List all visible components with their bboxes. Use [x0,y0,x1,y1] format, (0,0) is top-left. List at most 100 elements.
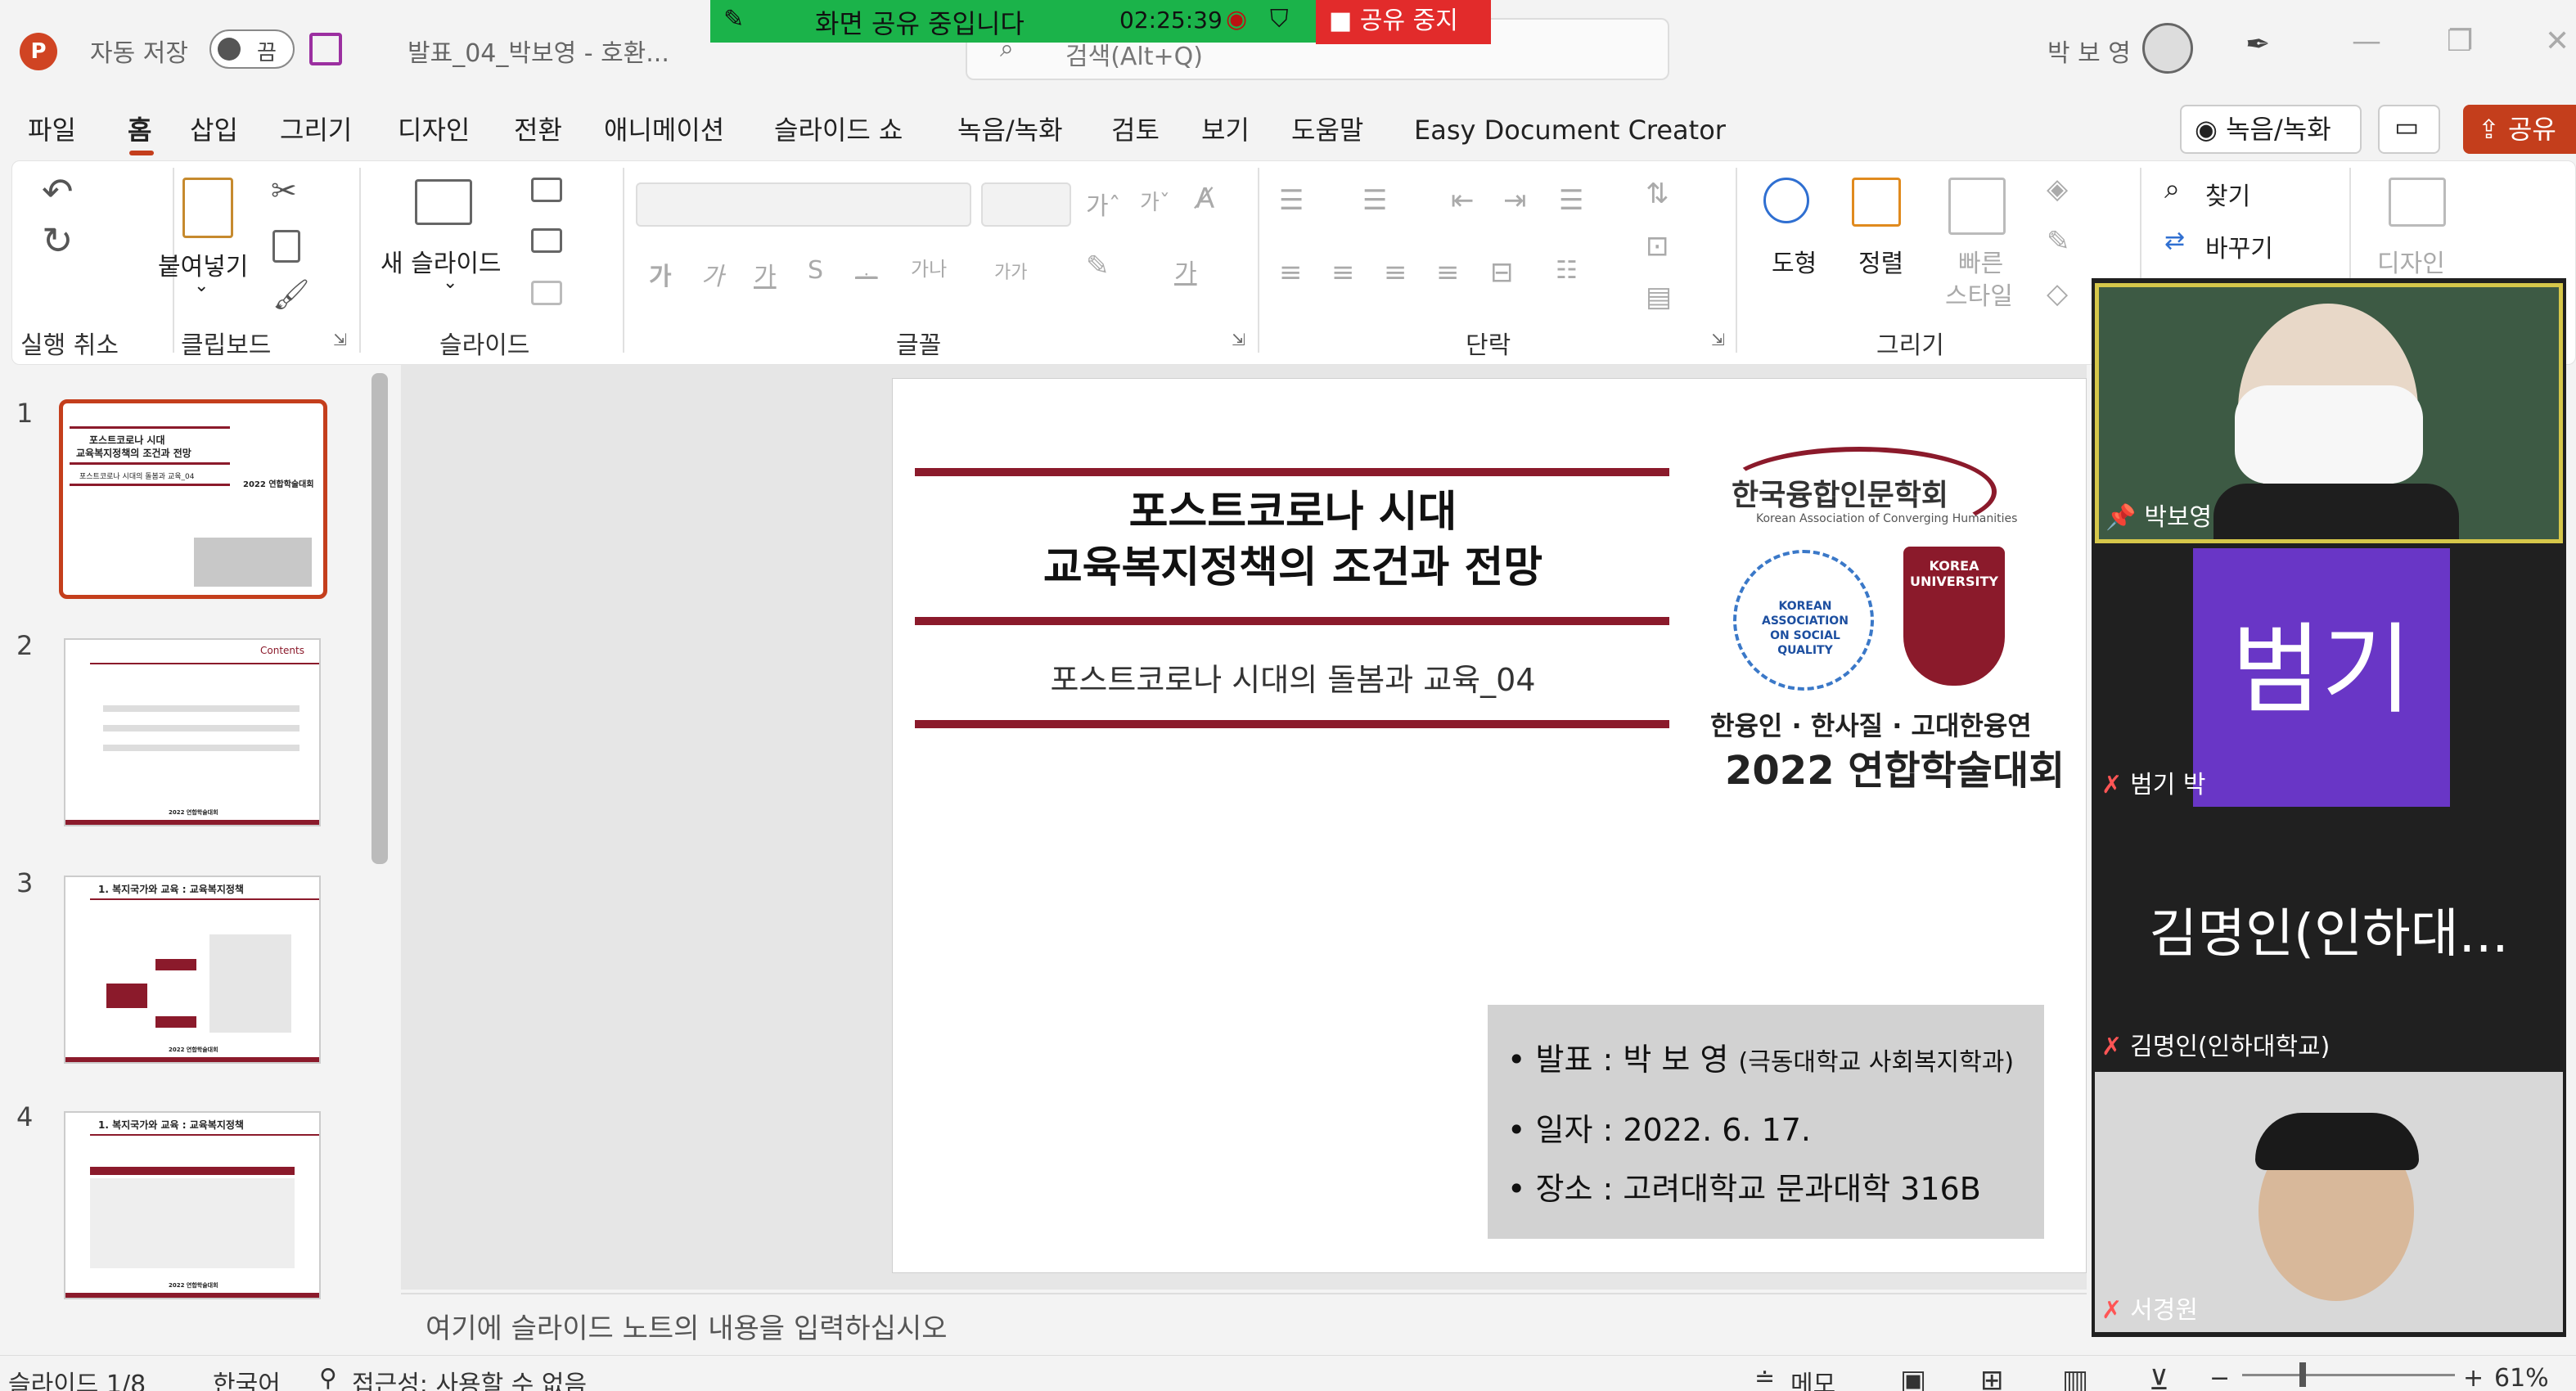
tab-review[interactable]: 검토 [1111,103,1160,157]
share-button[interactable]: ⇪ 공유 [2463,105,2576,154]
align-text-icon[interactable]: ⊡ [1646,230,1669,263]
layout-icon[interactable] [531,178,562,202]
minimize-icon[interactable]: — [2352,25,2381,58]
underline-icon[interactable]: 가 [754,256,777,292]
close-icon[interactable]: ✕ [2545,25,2569,58]
section-icon[interactable] [531,281,562,305]
reset-icon[interactable] [531,228,562,253]
tab-design[interactable]: 디자인 [398,103,470,157]
slide-sorter-icon[interactable]: ⊞ [1980,1364,2004,1391]
zoom-out-icon[interactable]: − [2209,1364,2230,1391]
user-avatar[interactable] [2142,23,2193,74]
slide-thumbnail-2[interactable]: Contents 2022 연합학술대회 [64,638,321,826]
thumbnail-scrollbar[interactable] [372,373,388,864]
stop-share-button[interactable]: ■ 공유 중지 [1316,0,1491,44]
strikethrough-icon[interactable]: ᆠ [855,256,878,292]
char-spacing-icon[interactable]: 가나 [911,253,947,281]
arrange-icon[interactable] [1852,178,1901,227]
dialog-launcher-icon[interactable]: ⇲ [1711,330,1725,349]
presentation-info-box[interactable]: • 발표 : 박 보 영 (극동대학교 사회복지학과) • 일자 : 2022.… [1488,1005,2044,1239]
zoom-level[interactable]: 61% [2494,1364,2549,1391]
slide-title[interactable]: 포스트코로나 시대 교육복지정책의 조건과 전망 [925,484,1661,596]
cut-icon[interactable]: ✂ [271,173,297,209]
slide-thumbnail-1[interactable]: 포스트코로나 시대 교육복지정책의 조건과 전망 포스트코로나 시대의 돌봄과 … [59,399,327,599]
participant-tile-2[interactable]: 범기 ✗ 범기 박 [2095,548,2563,807]
tab-view[interactable]: 보기 [1201,103,1250,157]
shape-fill-icon[interactable]: ◈ [2047,173,2068,205]
autosave-toggle[interactable]: 끔 [209,29,295,69]
find-icon[interactable]: ⌕ [2164,173,2180,205]
save-icon[interactable] [309,33,342,65]
chevron-down-icon[interactable]: ⌄ [194,276,209,296]
clear-format-icon[interactable]: A̸ [1196,182,1214,215]
tab-animations[interactable]: 애니메이션 [604,103,724,157]
tab-help[interactable]: 도움말 [1291,103,1363,157]
paste-icon[interactable] [182,178,233,238]
chevron-down-icon[interactable]: ⌄ [443,272,457,293]
reading-view-icon[interactable]: ▥ [2062,1364,2088,1391]
change-case-icon[interactable]: 가가 [994,258,1027,284]
increase-indent-icon[interactable]: ⇥ [1503,184,1527,217]
justify-icon[interactable]: ≡ [1436,256,1460,289]
dialog-launcher-icon[interactable]: ⇲ [1232,330,1245,349]
dialog-launcher-icon[interactable]: ⇲ [333,330,347,349]
slide-thumbnail-4[interactable]: 1. 복지국가와 교육 : 교육복지정책 2022 연합학술대회 [64,1111,321,1299]
align-right-icon[interactable]: ≡ [1384,256,1407,289]
shape-effects-icon[interactable]: ◇ [2047,277,2068,310]
zoom-slider-thumb[interactable] [2299,1362,2306,1387]
quick-styles-icon[interactable] [1948,178,2006,235]
copy-icon[interactable] [272,230,300,263]
participant-tile-3[interactable]: 김명인(인하대... ✗ 김명인(인하대학교) [2095,810,2563,1069]
bullets-icon[interactable]: ☰ [1279,184,1304,217]
font-size-dropdown[interactable] [981,182,1071,227]
designer-label[interactable]: 디자인 [2377,243,2445,279]
tab-slideshow[interactable]: 슬라이드 쇼 [774,103,903,157]
font-color-icon[interactable]: 가 [1174,253,1197,289]
align-center-icon[interactable]: ≡ [1331,256,1355,289]
tab-recording[interactable]: 녹음/녹화 [957,103,1063,157]
arrange-label[interactable]: 정렬 [1858,243,1903,279]
slideshow-icon[interactable]: ⊻ [2149,1364,2169,1391]
record-button[interactable]: ◉ 녹음/녹화 [2180,105,2362,154]
redo-icon[interactable]: ↻ [42,218,74,263]
smartart-icon[interactable]: ▤ [1646,281,1672,313]
new-slide-label[interactable]: 새 슬라이드 [381,243,502,279]
replace-label[interactable]: 바꾸기 [2205,228,2273,264]
format-painter-icon[interactable]: 🖌 [272,277,310,312]
italic-icon[interactable]: 가 [701,256,724,292]
notes-button[interactable]: 메모 [1790,1364,1835,1391]
participant-tile-4[interactable]: ✗ 서경원 [2095,1072,2563,1332]
file-title[interactable]: 발표_04_박보영 - 호환... [408,33,669,69]
find-label[interactable]: 찾기 [2205,176,2250,212]
tab-easy-document-creator[interactable]: Easy Document Creator [1414,103,1726,157]
zoom-slider[interactable] [2242,1374,2455,1376]
pen-icon[interactable]: ✒ [2245,28,2270,61]
align-left-icon[interactable]: ≡ [1279,256,1303,289]
line-spacing-icon[interactable]: ☰ [1559,184,1583,217]
replace-icon[interactable]: ⇄ [2164,227,2185,255]
shape-outline-icon[interactable]: ✎ [2047,225,2070,258]
quick-styles-label-2[interactable]: 스타일 [1945,276,2013,312]
designer-icon[interactable] [2389,178,2446,227]
text-direction-icon[interactable]: ⇅ [1646,178,1669,210]
tab-transitions[interactable]: 전환 [514,103,562,157]
decrease-indent-icon[interactable]: ⇤ [1451,184,1475,217]
shapes-icon[interactable] [1763,178,1809,223]
slide-thumbnail-3[interactable]: 1. 복지국가와 교육 : 교육복지정책 2022 연합학술대회 [64,876,321,1064]
columns-icon[interactable]: ☷ [1556,256,1578,285]
decrease-font-icon[interactable]: 가ˇ [1140,186,1170,216]
tab-file[interactable]: 파일 [28,103,76,157]
tab-insert[interactable]: 삽입 [190,103,238,157]
new-slide-icon[interactable] [415,179,472,225]
bold-icon[interactable]: 가 [649,256,672,292]
distribute-icon[interactable]: ⊟ [1490,256,1514,289]
numbering-icon[interactable]: ☰ [1362,184,1387,217]
tab-home[interactable]: 홈 [128,103,151,157]
highlight-icon[interactable]: ✎ [1086,250,1110,282]
undo-icon[interactable]: ↶ [42,169,74,214]
participant-tile-1[interactable]: 📌 박보영 [2095,283,2563,543]
slide-notes-input[interactable]: 여기에 슬라이드 노트의 내용을 입력하십시오 [401,1293,2087,1355]
restore-icon[interactable]: ❐ [2447,25,2473,58]
font-name-dropdown[interactable] [636,182,971,227]
quick-styles-label[interactable]: 빠른 [1958,243,2003,279]
